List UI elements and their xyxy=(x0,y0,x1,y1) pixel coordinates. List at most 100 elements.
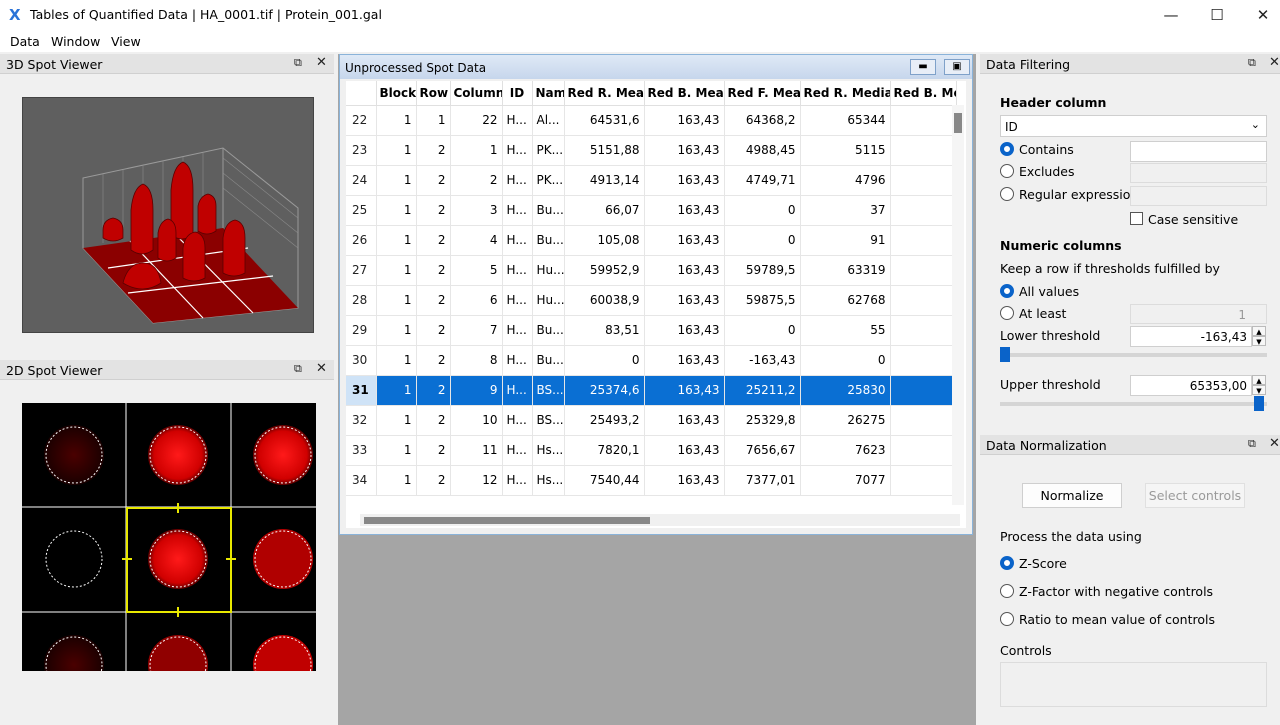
table-cell[interactable]: 5115 xyxy=(800,135,891,166)
table-cell[interactable]: 22 xyxy=(450,105,503,136)
contains-radio[interactable] xyxy=(1000,142,1014,156)
table-cell[interactable]: 8 xyxy=(450,345,503,376)
table-cell[interactable]: Hu... xyxy=(532,255,565,286)
table-cell[interactable]: Al... xyxy=(532,105,565,136)
column-header[interactable]: ID xyxy=(502,81,533,106)
table-cell[interactable]: 1 xyxy=(376,375,417,406)
header-column-select[interactable]: ID ⌄ xyxy=(1000,115,1267,137)
table-cell[interactable]: 7 xyxy=(450,315,503,346)
vertical-scrollbar[interactable] xyxy=(952,105,964,505)
menu-window[interactable]: Window xyxy=(51,34,100,49)
table-cell[interactable]: 1 xyxy=(376,315,417,346)
lower-down-icon[interactable]: ▼ xyxy=(1252,336,1266,346)
table-cell[interactable]: BS... xyxy=(532,375,565,406)
table-cell[interactable]: 62768 xyxy=(800,285,891,316)
table-cell[interactable]: 163,43 xyxy=(644,195,725,226)
table-cell[interactable]: Bu... xyxy=(532,195,565,226)
column-header[interactable]: Name xyxy=(532,81,565,106)
table-row[interactable]: 24 1 2 2 H... PK... 4913,14 163,43 4749,71 4796 xyxy=(346,165,957,196)
table-cell[interactable]: 25329,8 xyxy=(724,405,801,436)
table-cell[interactable] xyxy=(890,435,957,466)
table-cell[interactable]: 37 xyxy=(800,195,891,226)
minimize-button[interactable]: — xyxy=(1148,0,1194,30)
horizontal-scroll-thumb[interactable] xyxy=(364,517,650,524)
spot3d-viewport[interactable] xyxy=(22,97,314,333)
table-cell[interactable]: 2 xyxy=(416,315,451,346)
table-row[interactable]: 31 1 2 9 H... BS... 25374,6 163,43 25211,2 25830 xyxy=(346,375,957,406)
table-cell[interactable]: 64368,2 xyxy=(724,105,801,136)
ratio-radio[interactable] xyxy=(1000,612,1014,626)
zscore-radio[interactable] xyxy=(1000,556,1014,570)
upper-down-icon[interactable]: ▼ xyxy=(1252,385,1266,395)
at-least-radio[interactable] xyxy=(1000,306,1014,320)
table-cell[interactable]: H... xyxy=(502,315,533,346)
table-cell[interactable]: 5 xyxy=(450,255,503,286)
table-cell[interactable] xyxy=(890,135,957,166)
table-row[interactable]: 22 1 1 22 H... Al... 64531,6 163,43 64368,2 65344 xyxy=(346,105,957,136)
table-row[interactable]: 26 1 2 4 H... Bu... 105,08 163,43 0 91 xyxy=(346,225,957,256)
table-cell[interactable]: H... xyxy=(502,465,533,496)
table-cell[interactable]: 1 xyxy=(376,435,417,466)
table-cell[interactable]: H... xyxy=(502,375,533,406)
table-cell[interactable]: 0 xyxy=(724,195,801,226)
excludes-radio[interactable] xyxy=(1000,164,1014,178)
row-number[interactable]: 30 xyxy=(346,345,377,376)
row-number[interactable]: 33 xyxy=(346,435,377,466)
table-cell[interactable]: 59875,5 xyxy=(724,285,801,316)
table-cell[interactable]: 60038,9 xyxy=(564,285,645,316)
maximize-button[interactable]: ☐ xyxy=(1194,0,1240,30)
table-row[interactable]: 29 1 2 7 H... Bu... 83,51 163,43 0 55 xyxy=(346,315,957,346)
table-cell[interactable]: 5151,88 xyxy=(564,135,645,166)
table-row[interactable]: 25 1 2 3 H... Bu... 66,07 163,43 0 37 xyxy=(346,195,957,226)
table-cell[interactable]: 163,43 xyxy=(644,285,725,316)
table-cell[interactable]: 0 xyxy=(800,345,891,376)
spot-data-table[interactable]: BlockRowColumnIDNameRed R. MeanRed B. Me… xyxy=(346,81,966,528)
data-grid[interactable]: BlockRowColumnIDNameRed R. MeanRed B. Me… xyxy=(346,81,957,496)
table-cell[interactable]: H... xyxy=(502,195,533,226)
table-row[interactable]: 28 1 2 6 H... Hu... 60038,9 163,43 59875,5 62768 xyxy=(346,285,957,316)
close-icon[interactable]: ✕ xyxy=(1269,55,1280,70)
table-cell[interactable]: 2 xyxy=(416,195,451,226)
row-number[interactable]: 31 xyxy=(346,375,377,406)
table-cell[interactable]: 1 xyxy=(376,465,417,496)
table-cell[interactable]: 11 xyxy=(450,435,503,466)
table-cell[interactable]: 1 xyxy=(376,135,417,166)
table-cell[interactable]: 0 xyxy=(724,315,801,346)
at-least-spinbox[interactable]: 1 xyxy=(1130,304,1267,324)
column-header[interactable]: Red R. Median xyxy=(800,81,891,106)
table-cell[interactable]: 2 xyxy=(416,285,451,316)
table-cell[interactable]: 163,43 xyxy=(644,225,725,256)
table-cell[interactable]: H... xyxy=(502,135,533,166)
row-number[interactable]: 28 xyxy=(346,285,377,316)
table-cell[interactable]: 163,43 xyxy=(644,375,725,406)
float-icon[interactable]: ⧉ xyxy=(294,56,302,70)
case-sensitive-checkbox[interactable] xyxy=(1130,212,1143,225)
table-row[interactable]: 33 1 2 11 H... Hs... 7820,1 163,43 7656,67 7623 xyxy=(346,435,957,466)
table-cell[interactable] xyxy=(890,165,957,196)
row-number[interactable]: 32 xyxy=(346,405,377,436)
table-cell[interactable]: 2 xyxy=(416,165,451,196)
close-icon[interactable]: ✕ xyxy=(316,55,327,70)
table-cell[interactable]: 6 xyxy=(450,285,503,316)
table-cell[interactable] xyxy=(890,315,957,346)
row-number[interactable]: 24 xyxy=(346,165,377,196)
table-cell[interactable]: PK... xyxy=(532,165,565,196)
table-cell[interactable]: 2 xyxy=(416,465,451,496)
table-cell[interactable]: 10 xyxy=(450,405,503,436)
table-cell[interactable]: 2 xyxy=(450,165,503,196)
table-cell[interactable]: 163,43 xyxy=(644,165,725,196)
table-cell[interactable]: 4796 xyxy=(800,165,891,196)
table-cell[interactable]: 163,43 xyxy=(644,135,725,166)
table-cell[interactable]: 163,43 xyxy=(644,435,725,466)
controls-list[interactable] xyxy=(1000,662,1267,707)
table-cell[interactable]: 25493,2 xyxy=(564,405,645,436)
table-cell[interactable]: 7623 xyxy=(800,435,891,466)
upper-threshold-slider-thumb[interactable] xyxy=(1254,396,1264,411)
table-cell[interactable]: 59789,5 xyxy=(724,255,801,286)
table-cell[interactable]: 12 xyxy=(450,465,503,496)
table-cell[interactable]: BS... xyxy=(532,405,565,436)
table-cell[interactable]: 1 xyxy=(376,195,417,226)
table-cell[interactable]: 163,43 xyxy=(644,405,725,436)
table-cell[interactable]: 163,43 xyxy=(644,315,725,346)
select-controls-button[interactable]: Select controls xyxy=(1145,483,1245,508)
